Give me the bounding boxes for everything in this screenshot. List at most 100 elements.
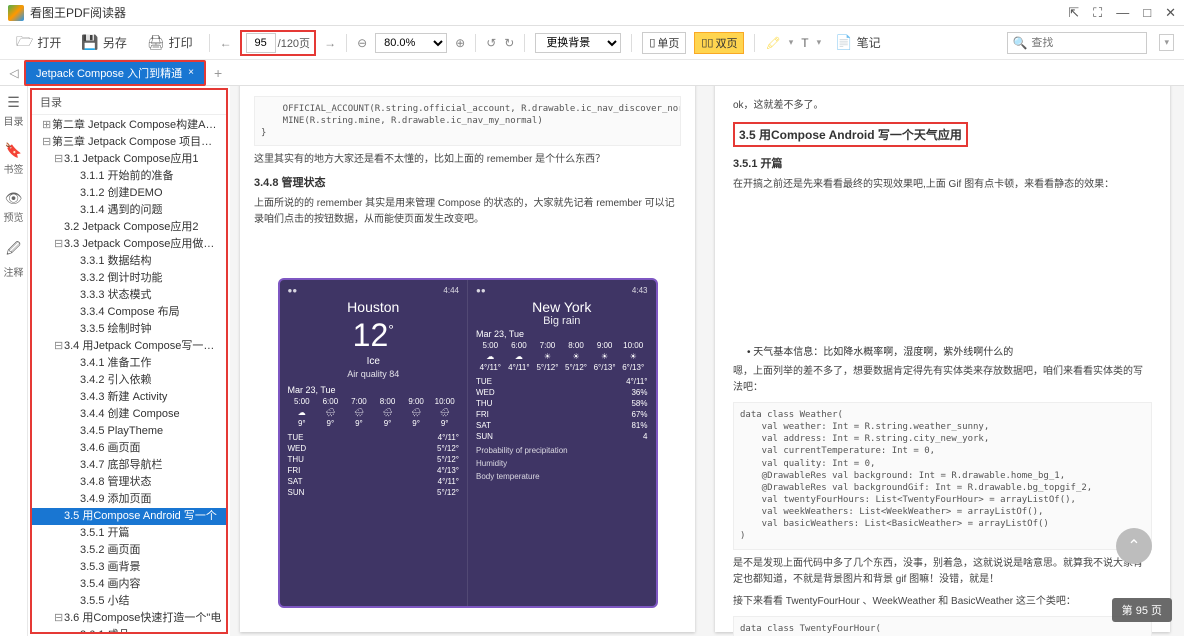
document-viewport[interactable]: OFFICIAL_ACCOUNT(R.string.official_accou… xyxy=(230,86,1184,636)
bullet-item: • 天气基本信息：比如降水概率啊，湿度啊，紫外线啊什么的 xyxy=(747,343,1152,358)
notes-button[interactable]: 📄笔记 xyxy=(829,32,886,53)
page-input[interactable] xyxy=(246,33,276,53)
outline-item[interactable]: 3.3.2 倒计时功能 xyxy=(32,270,226,287)
rotate-left-icon[interactable]: ↺ xyxy=(486,36,496,50)
sidebar-label: 书签 xyxy=(4,161,24,176)
outline-item[interactable]: 3.3.4 Compose 布局 xyxy=(32,304,226,321)
outline-item[interactable]: 3.5.5 小结 xyxy=(32,593,226,610)
sidebar-rail: ☰目录 🔖 书签 👁预览 🖉注释 xyxy=(0,86,28,636)
outline-item[interactable]: 3.4.8 管理状态 xyxy=(32,474,226,491)
single-page-button[interactable]: ▯单页 xyxy=(642,32,686,54)
maximize-icon[interactable]: □ xyxy=(1143,5,1151,20)
scroll-to-top-button[interactable]: ⌃ xyxy=(1116,528,1152,564)
sidebar-label: 预览 xyxy=(4,209,24,224)
rotate-right-icon[interactable]: ↻ xyxy=(504,36,514,50)
sidebar-icon: 🔖 xyxy=(5,142,22,159)
outline-item[interactable]: 3.4.3 新建 Activity xyxy=(32,389,226,406)
outline-item[interactable]: 3.3.5 绘制时钟 xyxy=(32,321,226,338)
section-351-title: 3.5.1 开篇 xyxy=(733,155,1152,171)
page-number-box: /120页 xyxy=(240,30,316,56)
zoom-in-icon[interactable]: ⊕ xyxy=(455,36,465,50)
paragraph: 上面所说的的 remember 其实是用来管理 Compose 的状态的，大家就… xyxy=(254,196,681,228)
outline-item[interactable]: 3.3.1 数据结构 xyxy=(32,253,226,270)
outline-item[interactable]: ⊟3.6 用Compose快速打造一个"电 xyxy=(32,610,226,627)
sidebar-item-注释[interactable]: 🖉注释 xyxy=(4,238,24,279)
highlight-icon[interactable]: 🖍 xyxy=(765,36,780,50)
change-background-select[interactable]: 更换背景 xyxy=(535,33,621,53)
page-total: /120页 xyxy=(278,35,310,51)
fullscreen-icon[interactable]: ⛶ xyxy=(1093,5,1102,21)
open-button[interactable]: 🗁打开 xyxy=(10,29,67,57)
search-input[interactable] xyxy=(1031,37,1142,49)
outline-item[interactable]: 3.4.2 引入依赖 xyxy=(32,372,226,389)
pin-icon[interactable]: ⇱ xyxy=(1068,5,1079,21)
note-icon: 📄 xyxy=(835,34,852,51)
weather-app-screenshot: ●●4:44 Houston 12° Ice Air quality 84 Ma… xyxy=(278,278,658,608)
zoom-out-icon[interactable]: ⊖ xyxy=(357,36,367,50)
folder-open-icon: 🗁 xyxy=(16,31,33,55)
outline-item[interactable]: 3.1.4 遇到的问题 xyxy=(32,202,226,219)
outline-item[interactable]: 3.3.3 状态模式 xyxy=(32,287,226,304)
add-tab-button[interactable]: + xyxy=(206,65,230,81)
outline-item[interactable]: 3.4.7 底部导航栏 xyxy=(32,457,226,474)
outline-item[interactable]: 3.5.3 画背景 xyxy=(32,559,226,576)
app-title: 看图王PDF阅读器 xyxy=(30,4,126,21)
save-icon: 💾 xyxy=(81,34,98,51)
zoom-select[interactable]: 80.0% xyxy=(375,33,447,53)
outline-panel: 目录 ⊞第二章 Jetpack Compose构建Andro⊟第三章 Jetpa… xyxy=(30,88,228,634)
sidebar-item-预览[interactable]: 👁预览 xyxy=(4,190,24,224)
outline-item[interactable]: ⊟3.3 Jetpack Compose应用做一个 xyxy=(32,236,226,253)
outline-item[interactable]: ⊞第二章 Jetpack Compose构建Andro xyxy=(32,117,226,134)
page-right: ok，这就差不多了。 3.5 用Compose Android 写一个天气应用 … xyxy=(715,86,1170,632)
outline-head: 目录 xyxy=(32,90,226,115)
tabbar: ◁ Jetpack Compose 入门到精通 × + xyxy=(0,60,1184,86)
outline-item[interactable]: 3.2 Jetpack Compose应用2 xyxy=(32,219,226,236)
search-dropdown-icon[interactable]: ▾ xyxy=(1159,34,1174,51)
print-button[interactable]: 🖨打印 xyxy=(141,32,199,53)
prev-page-icon[interactable]: ← xyxy=(220,36,232,50)
single-page-icon: ▯ xyxy=(649,36,655,49)
main-area: ☰目录 🔖 书签 👁预览 🖉注释 目录 ⊞第二章 Jetpack Compose构建An… xyxy=(0,86,1184,636)
search-box: 🔍 xyxy=(1007,32,1147,54)
paragraph: 是不是发现上面代码中多了几个东西，没事，别着急，这就说说是啥意思。就算我不说大家… xyxy=(733,556,1152,588)
outline-item[interactable]: 3.1.2 创建DEMO xyxy=(32,185,226,202)
sidebar-item-书签[interactable]: 🔖 书签 xyxy=(4,142,24,176)
tab-prev-icon[interactable]: ◁ xyxy=(4,66,24,80)
outline-item[interactable]: ⊟3.4 用Jetpack Compose写一个玩 xyxy=(32,338,226,355)
outline-item[interactable]: 3.4.5 PlayTheme xyxy=(32,423,226,440)
paragraph: 接下来看看 TwentyFourHour 、WeekWeather 和 Basi… xyxy=(733,594,1152,610)
outline-item[interactable]: 3.4.4 创建 Compose xyxy=(32,406,226,423)
close-icon[interactable]: ✕ xyxy=(1165,5,1176,21)
phone-right-panel: ●●4:43 New York Big rain Mar 23, Tue 5:0… xyxy=(468,280,656,606)
minimize-icon[interactable]: — xyxy=(1116,5,1129,20)
toolbar: 🗁打开 💾另存 🖨打印 ← /120页 → ⊖ 80.0% ⊕ ↺ ↻ 更换背景… xyxy=(0,26,1184,60)
outline-item[interactable]: 3.4.9 添加页面 xyxy=(32,491,226,508)
search-icon: 🔍 xyxy=(1012,36,1027,50)
outline-item[interactable]: 3.1.1 开始前的准备 xyxy=(32,168,226,185)
outline-tree: ⊞第二章 Jetpack Compose构建Andro⊟第三章 Jetpack … xyxy=(32,115,226,634)
double-page-button[interactable]: ▯▯双页 xyxy=(694,32,744,54)
sidebar-label: 目录 xyxy=(4,113,24,128)
outline-item[interactable]: 3.5.2 画页面 xyxy=(32,542,226,559)
outline-item[interactable]: 3.5.4 画内容 xyxy=(32,576,226,593)
outline-item[interactable]: 3.4.1 准备工作 xyxy=(32,355,226,372)
document-tab[interactable]: Jetpack Compose 入门到精通 × xyxy=(24,60,206,86)
page-indicator: 第 95 页 xyxy=(1112,598,1172,622)
app-logo-icon xyxy=(8,5,24,21)
outline-item[interactable]: 3.4.6 画页面 xyxy=(32,440,226,457)
saveas-button[interactable]: 💾另存 xyxy=(75,32,132,53)
title-bar: 看图王PDF阅读器 ⇱ ⛶ — □ ✕ xyxy=(0,0,1184,26)
outline-item[interactable]: ⊟3.1 Jetpack Compose应用1 xyxy=(32,151,226,168)
outline-item[interactable]: ⊟第三章 Jetpack Compose 项目实战 xyxy=(32,134,226,151)
sidebar-icon: 🖉 xyxy=(6,238,21,262)
text-tool-icon[interactable]: T xyxy=(801,36,808,50)
next-page-icon[interactable]: → xyxy=(324,36,336,50)
outline-item[interactable]: 3.5 用Compose Android 写一个 xyxy=(32,508,226,525)
tab-close-icon[interactable]: × xyxy=(188,67,194,78)
sidebar-item-目录[interactable]: ☰目录 xyxy=(4,94,24,128)
outline-item[interactable]: 3.6.1 成品 xyxy=(32,627,226,634)
outline-item[interactable]: 3.5.1 开篇 xyxy=(32,525,226,542)
paragraph: ok，这就差不多了。 xyxy=(733,98,1152,114)
paragraph: 嗯，上面列举的差不多了，想要数据肯定得先有实体类来存放数据吧，咱们来看看实体类的… xyxy=(733,364,1152,396)
document-tab-title: Jetpack Compose 入门到精通 xyxy=(36,65,182,81)
